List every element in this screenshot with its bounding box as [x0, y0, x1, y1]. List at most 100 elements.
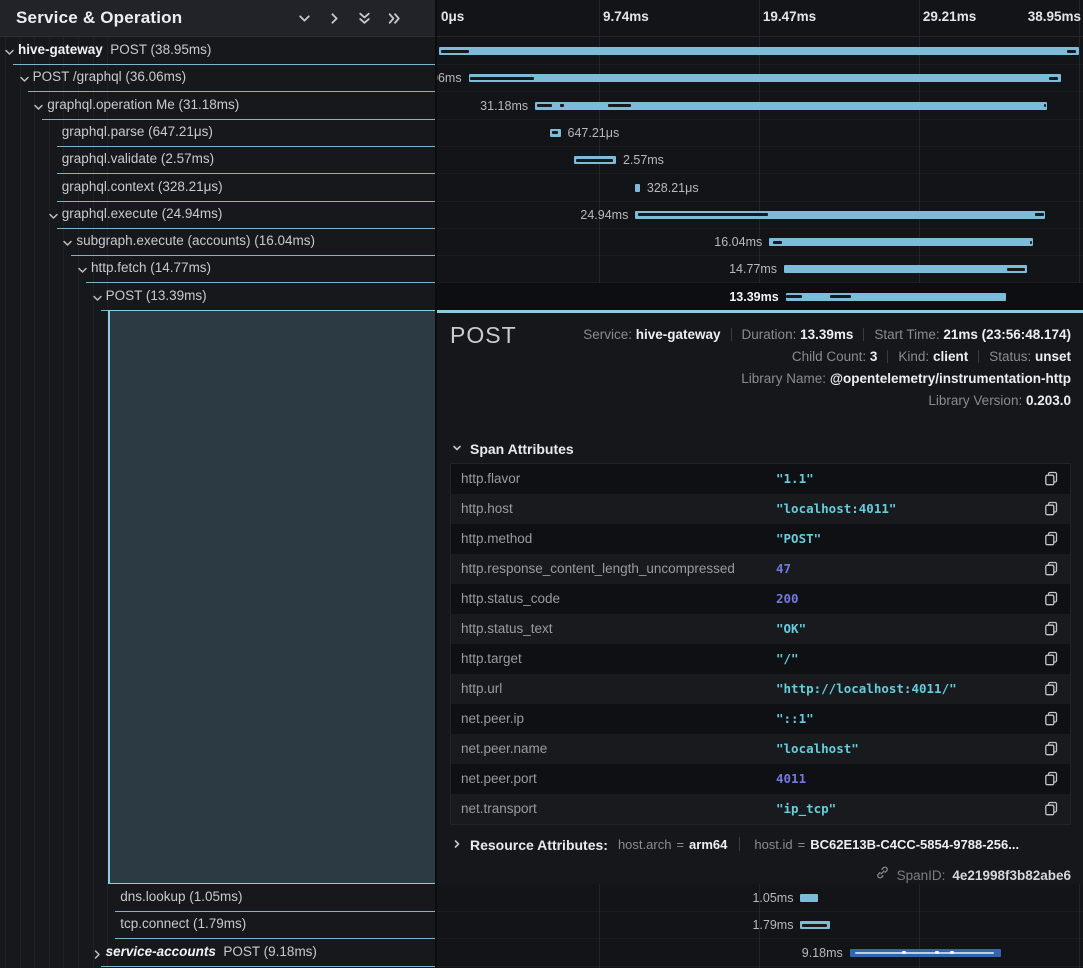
tick-label: 9.74ms: [603, 9, 649, 24]
timeline-row[interactable]: 16.04ms: [437, 228, 1083, 256]
copy-icon[interactable]: [1044, 561, 1060, 577]
child-span-mark: [1007, 268, 1025, 271]
resource-attribute: host.arch=arm64: [618, 837, 727, 852]
duration-label: 2.57ms: [623, 153, 664, 167]
attribute-value: "localhost:4011": [776, 501, 896, 516]
tree-row[interactable]: graphql.execute (24.94ms): [0, 201, 435, 229]
copy-icon[interactable]: [1044, 651, 1060, 667]
copy-icon[interactable]: [1044, 471, 1060, 487]
attribute-value: "1.1": [776, 471, 814, 486]
timeline-row[interactable]: 2.57ms: [437, 146, 1083, 174]
timeline-row[interactable]: 9.18ms: [437, 939, 1083, 967]
tree-row[interactable]: graphql.context (328.21μs): [0, 174, 435, 202]
tree-row[interactable]: graphql.parse (647.21μs): [0, 119, 435, 147]
span-bar[interactable]: [800, 894, 817, 902]
timeline-row[interactable]: 1.05ms: [437, 884, 1083, 912]
trace-viewer: 0μs9.74ms19.47ms29.21ms38.95ms 38.95ms36…: [0, 0, 1083, 968]
stat-value: hive-gateway: [636, 327, 721, 342]
timeline-row[interactable]: 38.95ms: [437, 37, 1083, 65]
link-icon[interactable]: [875, 865, 890, 885]
tree-row[interactable]: subgraph.execute (accounts) (16.04ms): [0, 228, 435, 256]
tree-row[interactable]: hive-gateway POST (38.95ms): [0, 37, 435, 65]
attribute-row: http.response_content_length_uncompresse…: [451, 554, 1070, 584]
attribute-key: http.response_content_length_uncompresse…: [461, 561, 735, 576]
tree-row[interactable]: service-accounts POST (9.18ms): [0, 939, 435, 967]
stat-value: 3: [870, 349, 878, 364]
stat-line: Library Version: 0.203.0: [583, 390, 1071, 412]
collapse-one-icon[interactable]: [296, 10, 313, 27]
copy-icon[interactable]: [1044, 531, 1060, 547]
timeline-row[interactable]: 1.79ms: [437, 911, 1083, 939]
copy-icon[interactable]: [1044, 741, 1060, 757]
span-attributes-toggle[interactable]: Span Attributes: [452, 440, 574, 458]
tree-row[interactable]: POST (13.39ms): [0, 283, 435, 311]
duration-label: 328.21μs: [647, 181, 699, 195]
stat-label: Service:: [583, 327, 636, 342]
span-bar[interactable]: [469, 74, 1061, 82]
expand-all-icon[interactable]: [386, 10, 403, 27]
resource-attributes-row[interactable]: Resource Attributes: host.arch=arm64host…: [452, 836, 1019, 854]
attribute-key: http.flavor: [461, 471, 520, 486]
timeline-panel: 0μs9.74ms19.47ms29.21ms38.95ms 38.95ms36…: [435, 0, 1083, 968]
tree-header-controls: [296, 10, 403, 27]
tree-row[interactable]: POST /graphql (36.06ms): [0, 64, 435, 92]
tree-row[interactable]: tcp.connect (1.79ms): [0, 911, 435, 939]
chevron-down-icon[interactable]: [4, 45, 15, 56]
attribute-key: http.url: [461, 681, 502, 696]
chevron-down-icon[interactable]: [77, 263, 88, 274]
span-bar[interactable]: [635, 184, 640, 192]
tree-row[interactable]: http.fetch (14.77ms): [0, 255, 435, 283]
attribute-row: http.status_text"OK": [451, 614, 1070, 644]
tree-row[interactable]: graphql.validate (2.57ms): [0, 146, 435, 174]
copy-icon[interactable]: [1044, 621, 1060, 637]
copy-icon[interactable]: [1044, 591, 1060, 607]
span-name-label: dns.lookup (1.05ms): [120, 889, 242, 904]
span-bar[interactable]: [786, 293, 1006, 301]
selected-span-expanded-area: [108, 310, 435, 884]
copy-icon[interactable]: [1044, 711, 1060, 727]
timeline-row[interactable]: 36.06ms: [437, 64, 1083, 92]
attribute-key: net.peer.port: [461, 771, 537, 786]
timeline-row[interactable]: 647.21μs: [437, 119, 1083, 147]
child-span-mark: [638, 213, 768, 216]
chevron-down-icon[interactable]: [48, 209, 59, 220]
timeline-row[interactable]: 328.21μs: [437, 174, 1083, 202]
timeline-row[interactable]: 13.39ms: [437, 283, 1083, 311]
chevron-down-icon[interactable]: [92, 291, 103, 302]
span-name-label: graphql.parse (647.21μs): [62, 124, 213, 139]
span-name-label: graphql.operation Me (31.18ms): [47, 97, 239, 112]
copy-icon[interactable]: [1044, 501, 1060, 517]
copy-icon[interactable]: [1044, 801, 1060, 817]
child-span-mark: [441, 50, 469, 53]
attribute-key: net.peer.ip: [461, 711, 524, 726]
timeline-row[interactable]: 24.94ms: [437, 201, 1083, 229]
attribute-value: "POST": [776, 531, 821, 546]
child-span-mark: [1035, 213, 1043, 216]
chevron-right-icon[interactable]: [92, 947, 103, 958]
attribute-key: net.peer.name: [461, 741, 547, 756]
child-span-mark: [537, 104, 552, 107]
span-name-label: hive-gateway POST (38.95ms): [18, 42, 211, 57]
collapse-all-icon[interactable]: [356, 10, 373, 27]
timeline-row[interactable]: 31.18ms: [437, 92, 1083, 120]
span-bar[interactable]: [784, 265, 1027, 273]
attribute-key: http.status_code: [461, 591, 560, 606]
resource-attributes-items: host.arch=arm64host.id=BC62E13B-C4CC-585…: [608, 836, 1019, 854]
resource-divider: [739, 837, 740, 851]
tree-row[interactable]: dns.lookup (1.05ms): [0, 884, 435, 912]
copy-icon[interactable]: [1044, 771, 1060, 787]
attribute-row: net.peer.port4011: [451, 764, 1070, 794]
stat-label: Child Count:: [792, 349, 870, 364]
chevron-down-icon[interactable]: [62, 236, 73, 247]
timeline-row[interactable]: 14.77ms: [437, 255, 1083, 283]
span-bar[interactable]: [769, 238, 1033, 246]
expand-one-icon[interactable]: [326, 10, 343, 27]
child-span-mark: [786, 295, 802, 298]
chevron-down-icon[interactable]: [19, 72, 30, 83]
stat-value: unset: [1035, 349, 1071, 364]
chevron-down-icon[interactable]: [33, 100, 44, 111]
span-bar[interactable]: [439, 47, 1079, 55]
attribute-row: http.flavor "1.1": [451, 464, 1070, 494]
tree-row[interactable]: graphql.operation Me (31.18ms): [0, 92, 435, 120]
copy-icon[interactable]: [1044, 681, 1060, 697]
